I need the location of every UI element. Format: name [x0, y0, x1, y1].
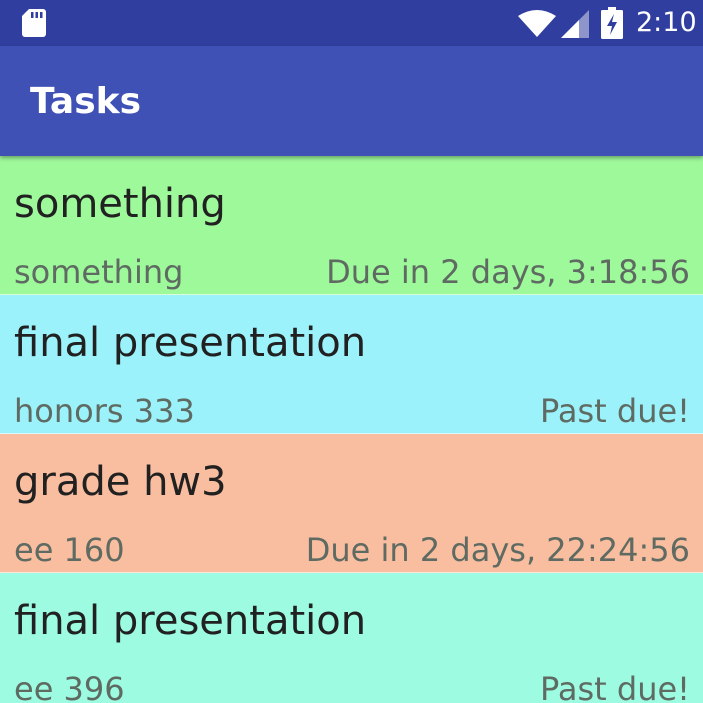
- task-subtitle: something: [14, 253, 184, 291]
- status-clock: 2:10: [636, 7, 697, 38]
- task-card[interactable]: something something Due in 2 days, 3:18:…: [0, 156, 703, 295]
- task-list: something something Due in 2 days, 3:18:…: [0, 156, 703, 703]
- page-title: Tasks: [30, 81, 142, 122]
- sd-card-icon: [22, 9, 46, 37]
- status-bar: 2:10: [0, 0, 703, 46]
- task-subtitle: ee 160: [14, 531, 125, 569]
- task-subtitle: ee 396: [14, 670, 125, 703]
- task-card[interactable]: final presentation honors 333 Past due!: [0, 295, 703, 434]
- task-due-status: Due in 2 days, 3:18:56: [326, 253, 690, 291]
- wifi-icon: [518, 10, 556, 37]
- task-title: final presentation: [14, 598, 367, 644]
- task-title: final presentation: [14, 320, 367, 366]
- task-due-status: Past due!: [540, 670, 690, 703]
- task-due-status: Due in 2 days, 22:24:56: [305, 531, 690, 569]
- battery-charging-icon: [601, 7, 623, 39]
- task-due-status: Past due!: [540, 392, 690, 430]
- app-bar: Tasks: [0, 46, 703, 156]
- task-subtitle: honors 333: [14, 392, 195, 430]
- task-title: something: [14, 181, 226, 227]
- task-title: grade hw3: [14, 459, 227, 505]
- task-card[interactable]: grade hw3 ee 160 Due in 2 days, 22:24:56: [0, 434, 703, 573]
- signal-icon: [561, 10, 589, 38]
- task-card[interactable]: final presentation ee 396 Past due!: [0, 573, 703, 703]
